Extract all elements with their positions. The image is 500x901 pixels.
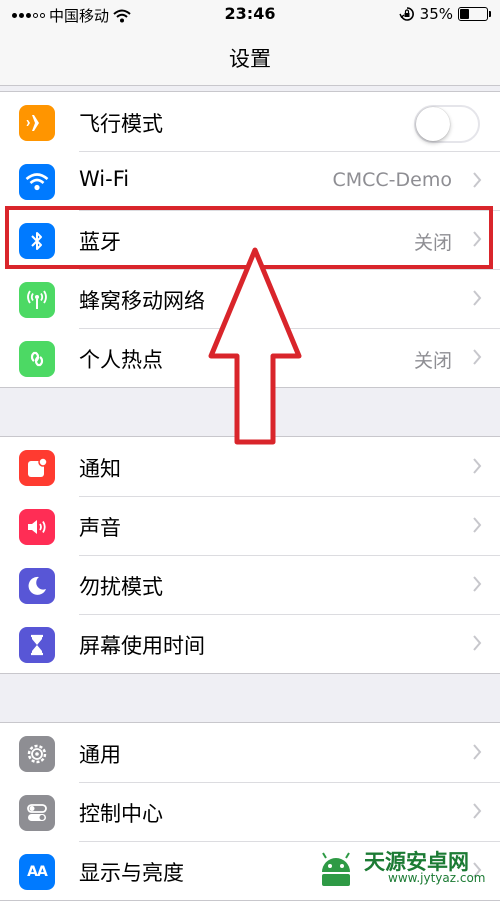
page-title: 设置 xyxy=(229,47,271,71)
settings-group-notifications: 通知 声音 勿扰模式 屏幕使用时间 xyxy=(0,436,500,674)
orientation-lock-icon xyxy=(399,7,414,21)
switches-icon xyxy=(19,795,55,831)
settings-row-wifi[interactable]: Wi-Fi CMCC-Demo xyxy=(0,151,500,210)
settings-row-label: 声音 xyxy=(79,516,121,540)
settings-row-general[interactable]: 通用 xyxy=(0,723,500,782)
chevron-right-icon xyxy=(473,458,482,474)
airplane-mode-toggle[interactable] xyxy=(414,105,480,143)
settings-row-label: 控制中心 xyxy=(79,802,163,826)
settings-row-control-center[interactable]: 控制中心 xyxy=(0,782,500,841)
bluetooth-icon xyxy=(19,223,55,259)
chevron-right-icon xyxy=(473,172,482,188)
settings-row-label: 个人热点 xyxy=(79,348,163,372)
bluetooth-status: 关闭 xyxy=(413,232,452,254)
status-bar: 中国移动 23:46 35% xyxy=(0,0,500,30)
chevron-right-icon xyxy=(473,576,482,592)
watermark-url: www.jytyaz.com xyxy=(388,871,486,885)
text-size-icon: AA xyxy=(19,854,55,890)
moon-icon xyxy=(19,568,55,604)
settings-row-sounds[interactable]: 声音 xyxy=(0,496,500,555)
antenna-icon xyxy=(19,282,55,318)
settings-row-label: 通用 xyxy=(79,743,121,767)
settings-row-label: 显示与亮度 xyxy=(79,861,184,885)
chevron-right-icon xyxy=(473,290,482,306)
chevron-right-icon xyxy=(473,635,482,651)
settings-row-label: 勿扰模式 xyxy=(79,575,163,599)
hotspot-icon xyxy=(19,341,55,377)
settings-row-label: 蓝牙 xyxy=(79,230,121,254)
airplane-icon xyxy=(19,105,55,141)
hourglass-icon xyxy=(19,627,55,663)
gear-icon xyxy=(19,736,55,772)
hotspot-status: 关闭 xyxy=(413,350,452,372)
chevron-right-icon xyxy=(473,803,482,819)
text-size-icon-glyph: AA xyxy=(27,864,48,880)
settings-row-screen-time[interactable]: 屏幕使用时间 xyxy=(0,614,500,673)
chevron-right-icon xyxy=(473,744,482,760)
android-logo-icon xyxy=(322,852,350,886)
settings-row-personal-hotspot[interactable]: 个人热点 关闭 xyxy=(0,328,500,387)
notification-icon xyxy=(19,450,55,486)
navigation-bar: 设置 xyxy=(0,30,500,86)
settings-row-do-not-disturb[interactable]: 勿扰模式 xyxy=(0,555,500,614)
settings-group-connectivity: 飞行模式 Wi-Fi CMCC-Demo 蓝牙 关闭 蜂窝移动网络 个人热点 关… xyxy=(0,91,500,388)
toggle-knob xyxy=(416,107,450,141)
battery-level xyxy=(460,9,470,19)
settings-row-cellular[interactable]: 蜂窝移动网络 xyxy=(0,269,500,328)
chevron-right-icon xyxy=(473,349,482,365)
battery-percent: 35% xyxy=(419,5,453,23)
settings-row-label: 屏幕使用时间 xyxy=(79,634,205,658)
watermark: 天源安卓网 www.jytyaz.com xyxy=(308,846,500,889)
settings-row-label: 飞行模式 xyxy=(79,112,163,136)
settings-row-label: Wi-Fi xyxy=(79,167,130,191)
chevron-right-icon xyxy=(473,517,482,533)
speaker-icon xyxy=(19,509,55,545)
settings-row-notifications[interactable]: 通知 xyxy=(0,437,500,496)
settings-row-label: 通知 xyxy=(79,457,121,481)
battery-icon xyxy=(458,7,491,21)
settings-row-airplane-mode[interactable]: 飞行模式 xyxy=(0,92,500,151)
chevron-right-icon xyxy=(473,231,482,247)
settings-row-label: 蜂窝移动网络 xyxy=(79,289,205,313)
wifi-network-name: CMCC-Demo xyxy=(332,169,452,191)
wifi-icon xyxy=(19,164,55,200)
settings-row-bluetooth[interactable]: 蓝牙 关闭 xyxy=(0,210,500,269)
